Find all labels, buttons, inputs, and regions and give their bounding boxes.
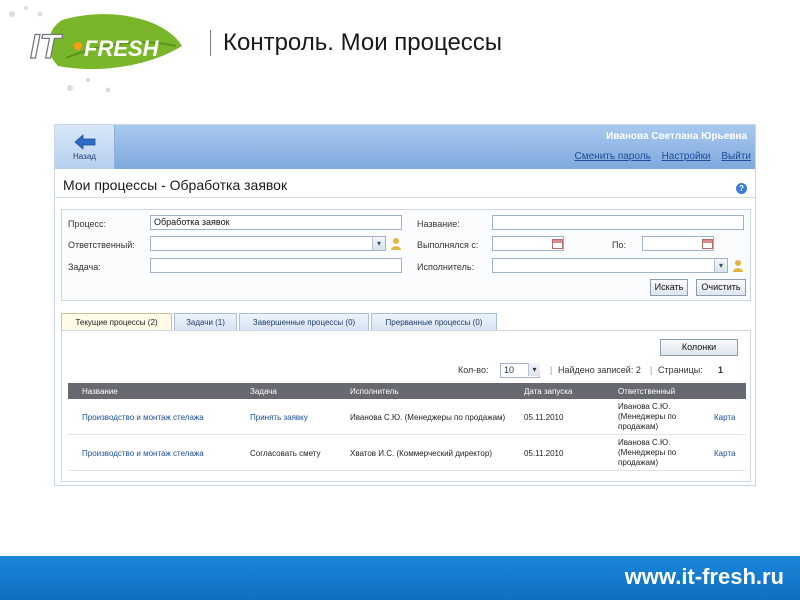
task-label: Задача:: [68, 262, 101, 272]
responsible-cell-line3: продажам): [618, 458, 659, 467]
col-header-task[interactable]: Задача: [250, 387, 277, 396]
count-value: 10: [504, 365, 515, 375]
calendar-icon[interactable]: [552, 239, 563, 249]
col-header-name[interactable]: Название: [82, 387, 118, 396]
top-bar: Назад Иванова Светлана Юрьевна Сменить п…: [55, 125, 755, 169]
map-link[interactable]: Карта: [714, 449, 735, 458]
executor-cell: Иванова С.Ю. (Менеджеры по продажам): [350, 413, 506, 422]
tab-panel: Колонки Кол-во: 10 ▾ | Найдено записей: …: [61, 330, 751, 482]
logo-text-it: IT: [30, 28, 63, 66]
responsible-cell-line2: (Менеджеры по: [618, 412, 677, 421]
col-header-responsible[interactable]: Ответственный: [618, 387, 675, 396]
user-picker-icon[interactable]: [732, 259, 744, 272]
settings-link[interactable]: Настройки: [662, 151, 711, 162]
responsible-cell-line3: продажам): [618, 422, 659, 431]
clear-button[interactable]: Очистить: [696, 279, 746, 296]
columns-button[interactable]: Колонки: [660, 339, 738, 356]
app-window: Назад Иванова Светлана Юрьевна Сменить п…: [54, 124, 756, 486]
change-password-link[interactable]: Сменить пароль: [575, 151, 651, 162]
name-input[interactable]: [492, 215, 744, 230]
user-name: Иванова Светлана Юрьевна: [606, 131, 747, 142]
chevron-down-icon[interactable]: ▾: [372, 237, 385, 250]
logout-link[interactable]: Выйти: [721, 151, 751, 162]
start-date-cell: 05.11.2010: [524, 413, 564, 422]
done-from-label: Выполнялся с:: [417, 240, 479, 250]
table-row: Производство и монтаж стелажа Принять за…: [68, 399, 746, 435]
executor-cell: Хватов И.С. (Коммерческий директор): [350, 449, 492, 458]
help-icon[interactable]: ?: [736, 183, 747, 194]
responsible-cell-line1: Иванова С.Ю.: [618, 402, 671, 411]
responsible-label: Ответственный:: [68, 240, 135, 250]
process-label: Процесс:: [68, 219, 107, 229]
separator: |: [550, 365, 553, 375]
table-row: Производство и монтаж стелажа Согласоват…: [68, 435, 746, 471]
found-records: Найдено записей: 2: [558, 365, 641, 375]
tab-completed-processes[interactable]: Завершенные процессы (0): [239, 313, 369, 331]
responsible-select[interactable]: [150, 236, 386, 251]
task-cell: Согласовать смету: [250, 449, 321, 458]
filter-panel: Процесс: Обработка заявок Ответственный:…: [61, 209, 751, 301]
pager: Кол-во: 10 ▾ | Найдено записей: 2 | Стра…: [458, 363, 738, 378]
to-label: По:: [612, 240, 626, 250]
current-page[interactable]: 1: [718, 365, 723, 375]
footer-url: www.it-fresh.ru: [624, 564, 784, 589]
col-header-start-date[interactable]: Дата запуска: [524, 387, 572, 396]
responsible-cell-line2: (Менеджеры по: [618, 448, 677, 457]
process-name-link[interactable]: Производство и монтаж стелажа: [82, 413, 204, 422]
chevron-down-icon[interactable]: ▾: [528, 363, 540, 376]
user-picker-icon[interactable]: [390, 237, 402, 250]
table-header: Название Задача Исполнитель Дата запуска…: [68, 383, 746, 399]
process-table: Название Задача Исполнитель Дата запуска…: [68, 383, 746, 471]
slide-title: Контроль. Мои процессы: [210, 30, 502, 56]
process-name-link[interactable]: Производство и монтаж стелажа: [82, 449, 204, 458]
logo-leaf-icon: IT FRESH: [9, 6, 182, 93]
back-button-label: Назад: [73, 151, 96, 161]
tab-interrupted-processes[interactable]: Прерванные процессы (0): [371, 313, 497, 331]
divider: [55, 197, 755, 198]
back-arrow-icon: [73, 133, 95, 150]
back-button[interactable]: Назад: [55, 125, 115, 169]
pages-label: Страницы:: [658, 365, 703, 375]
task-link[interactable]: Принять заявку: [250, 413, 308, 422]
col-header-executor[interactable]: Исполнитель: [350, 387, 399, 396]
executor-select[interactable]: [492, 258, 728, 273]
chevron-down-icon[interactable]: ▾: [714, 259, 727, 272]
map-link[interactable]: Карта: [714, 413, 735, 422]
user-links: Сменить пароль Настройки Выйти: [567, 151, 751, 162]
start-date-cell: 05.11.2010: [524, 449, 564, 458]
task-input[interactable]: [150, 258, 402, 273]
count-label: Кол-во:: [458, 365, 489, 375]
executor-label: Исполнитель:: [417, 262, 475, 272]
calendar-icon[interactable]: [702, 239, 713, 249]
page-title: Мои процессы - Обработка заявок: [63, 177, 288, 193]
name-label: Название:: [417, 219, 460, 229]
process-input[interactable]: Обработка заявок: [150, 215, 402, 230]
logo-text-fresh: FRESH: [84, 36, 160, 61]
it-fresh-logo: IT FRESH: [0, 0, 190, 100]
responsible-cell-line1: Иванова С.Ю.: [618, 438, 671, 447]
separator: |: [650, 365, 653, 375]
footer-band: www.it-fresh.ru: [0, 556, 800, 600]
search-button[interactable]: Искать: [650, 279, 688, 296]
tab-tasks[interactable]: Задачи (1): [174, 313, 237, 331]
